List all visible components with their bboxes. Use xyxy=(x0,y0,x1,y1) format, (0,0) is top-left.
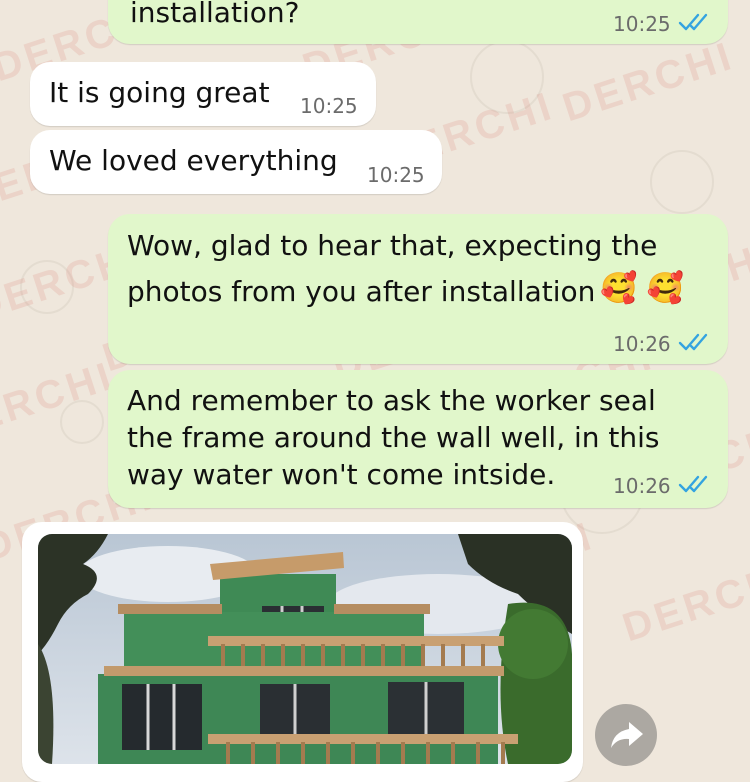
watermark: DERCHI xyxy=(557,33,740,131)
message-text-line: photos from you after installation xyxy=(127,275,596,308)
message-bubble-outgoing[interactable]: Wow, glad to hear that, expecting the ph… xyxy=(108,214,728,364)
message-text-line: And remember to ask the worker seal xyxy=(127,384,656,417)
emoji-smiling-hearts: 🥰 🥰 xyxy=(600,271,685,306)
double-check-icon xyxy=(678,475,708,493)
message-bubble-incoming[interactable]: We loved everything 10:25 xyxy=(30,130,442,194)
watermark: DERCHI xyxy=(617,553,750,651)
message-bubble-outgoing[interactable]: And remember to ask the worker seal the … xyxy=(108,370,728,508)
message-text: installation? xyxy=(130,0,300,29)
message-time: 10:26 xyxy=(613,474,671,498)
double-check-icon xyxy=(678,333,708,351)
message-text: It is going great xyxy=(49,76,270,109)
house-photo[interactable] xyxy=(38,534,572,764)
house-photo-illustration xyxy=(38,534,572,764)
message-bubble-outgoing[interactable]: installation? 10:25 xyxy=(108,0,728,44)
message-text: We loved everything xyxy=(49,144,338,177)
message-text-line: way water won't come intside. xyxy=(127,458,556,491)
double-check-icon xyxy=(678,13,708,31)
message-text-line: the frame around the wall well, in this xyxy=(127,421,660,454)
message-time: 10:25 xyxy=(300,94,358,118)
message-text-line: Wow, glad to hear that, expecting the xyxy=(127,229,658,262)
message-time: 10:26 xyxy=(613,332,671,356)
message-bubble-incoming[interactable]: It is going great 10:25 xyxy=(30,62,376,126)
forward-button[interactable] xyxy=(595,704,657,766)
message-time: 10:25 xyxy=(367,163,425,187)
watermark: DERCHI xyxy=(0,353,120,451)
forward-arrow-icon xyxy=(611,722,643,748)
message-time: 10:25 xyxy=(613,12,671,36)
